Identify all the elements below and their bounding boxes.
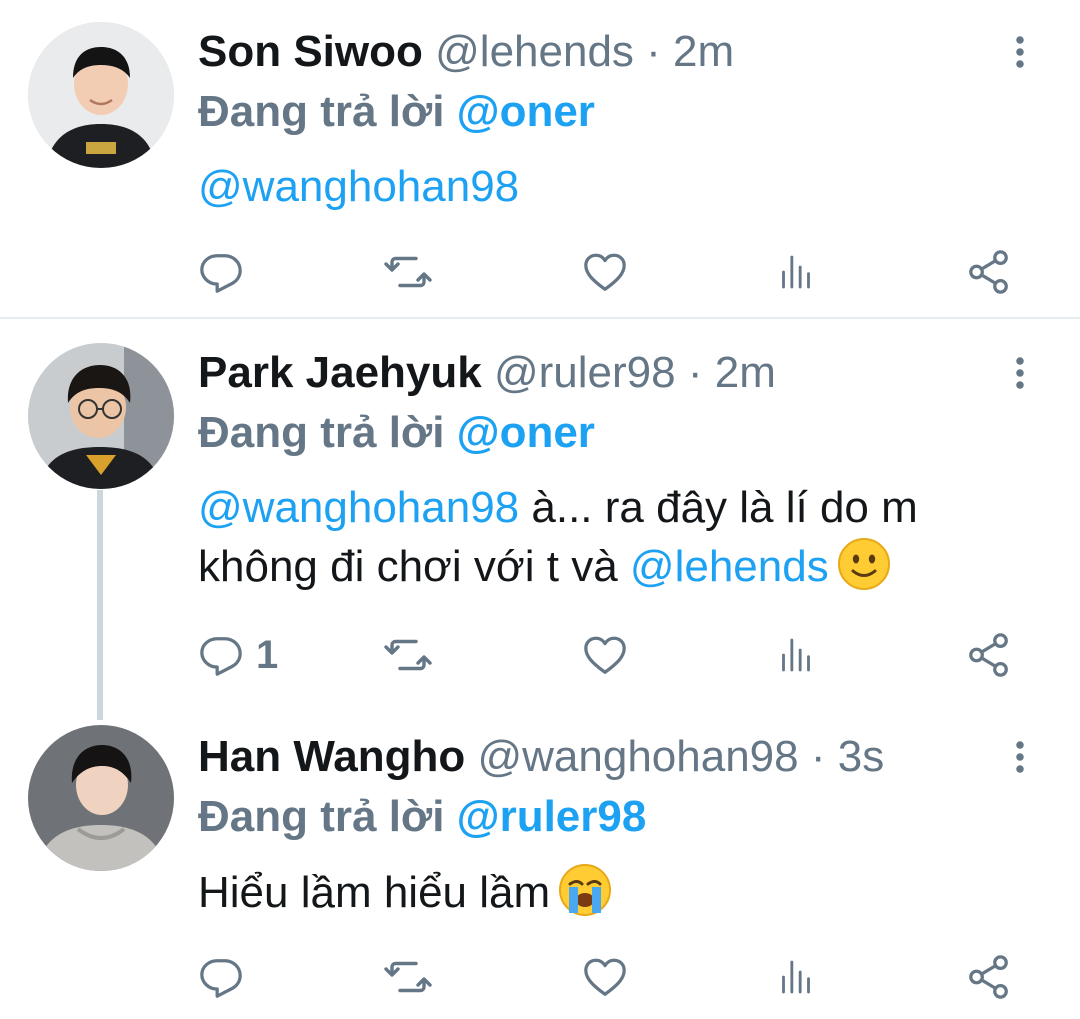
tweet-header: Park Jaehyuk @ruler98 · 2m	[198, 345, 970, 401]
replying-prefix: Đang trả lời	[198, 87, 445, 136]
share-icon	[966, 249, 1012, 295]
heart-icon	[582, 954, 628, 1000]
slightly-smiling-face-icon	[837, 538, 890, 590]
retweet-button[interactable]	[384, 952, 432, 1002]
retweet-icon	[384, 953, 432, 1001]
body-text: à... ra đây là lí do m	[519, 483, 918, 532]
body-text: Hiểu lầm hiểu lầm	[198, 868, 551, 917]
avatar-photo-icon	[28, 22, 174, 168]
loudly-crying-face-icon	[559, 864, 612, 916]
share-icon	[966, 632, 1012, 678]
like-button[interactable]	[582, 630, 628, 680]
replying-mention[interactable]: @oner	[457, 87, 595, 136]
share-icon	[966, 954, 1012, 1000]
action-bar	[198, 952, 1018, 1002]
retweet-button[interactable]	[384, 247, 432, 297]
tweet-2[interactable]: Park Jaehyuk @ruler98 · 2m Đang trả lời …	[0, 319, 1080, 719]
tweet-3[interactable]: Han Wangho @wanghohan98 · 3s Đang trả lờ…	[0, 705, 1080, 1019]
reply-button[interactable]	[198, 247, 256, 297]
like-button[interactable]	[582, 247, 628, 297]
mention-link[interactable]: @wanghohan98	[198, 483, 519, 532]
timestamp: 3s	[837, 732, 885, 781]
author-name[interactable]: Park Jaehyuk	[198, 348, 482, 397]
retweet-icon	[384, 631, 432, 679]
replying-prefix: Đang trả lời	[198, 792, 445, 841]
reply-button[interactable]: 1	[198, 630, 278, 680]
more-menu-button[interactable]	[1002, 729, 1038, 785]
timestamp: 2m	[673, 27, 735, 76]
timestamp: 2m	[714, 348, 776, 397]
author-name[interactable]: Son Siwoo	[198, 27, 423, 76]
reply-icon	[198, 954, 244, 1000]
more-menu-button[interactable]	[1002, 345, 1038, 401]
analytics-icon	[776, 957, 816, 997]
like-button[interactable]	[582, 952, 628, 1002]
share-button[interactable]	[966, 247, 1012, 297]
reply-button[interactable]	[198, 952, 256, 1002]
more-vertical-icon	[1014, 739, 1026, 775]
replying-to: Đang trả lời @ruler98	[198, 789, 646, 845]
body-text: không đi chơi với t và	[198, 542, 630, 591]
replying-mention[interactable]: @oner	[457, 408, 595, 457]
action-bar: 1	[198, 630, 1018, 680]
more-menu-button[interactable]	[1002, 24, 1038, 80]
action-bar	[198, 247, 1018, 297]
analytics-button[interactable]	[776, 247, 816, 297]
tweet-header: Han Wangho @wanghohan98 · 3s	[198, 729, 970, 785]
avatar-photo-icon	[28, 725, 174, 871]
tweet-1[interactable]: Son Siwoo @lehends · 2m Đang trả lời @on…	[0, 0, 1080, 317]
heart-icon	[582, 249, 628, 295]
avatar[interactable]	[28, 343, 174, 489]
replying-prefix: Đang trả lời	[198, 408, 445, 457]
share-button[interactable]	[966, 952, 1012, 1002]
reply-icon	[198, 632, 244, 678]
tweet-header: Son Siwoo @lehends · 2m	[198, 24, 970, 80]
retweet-icon	[384, 248, 432, 296]
avatar-photo-icon	[28, 343, 174, 489]
reply-count: 1	[256, 632, 279, 677]
analytics-button[interactable]	[776, 630, 816, 680]
body-line-2: không đi chơi với t và @lehends	[198, 537, 1020, 596]
tweet-body: @wanghohan98	[198, 158, 1020, 216]
author-handle[interactable]: @wanghohan98	[477, 732, 798, 781]
analytics-icon	[776, 635, 816, 675]
separator-dot: ·	[810, 732, 826, 781]
retweet-button[interactable]	[384, 630, 432, 680]
author-handle[interactable]: @lehends	[435, 27, 634, 76]
more-vertical-icon	[1014, 355, 1026, 391]
body-line-1: @wanghohan98 à... ra đây là lí do m	[198, 479, 1020, 537]
separator-dot: ·	[646, 27, 661, 76]
analytics-icon	[776, 252, 816, 292]
replying-mention[interactable]: @ruler98	[457, 792, 647, 841]
replying-to: Đang trả lời @oner	[198, 84, 595, 140]
analytics-button[interactable]	[776, 952, 816, 1002]
mention-link[interactable]: @lehends	[630, 542, 829, 591]
mention-link[interactable]: @wanghohan98	[198, 162, 519, 211]
tweet-body: @wanghohan98 à... ra đây là lí do m khôn…	[198, 479, 1020, 596]
separator-dot: ·	[687, 348, 703, 397]
reply-icon	[198, 249, 244, 295]
author-handle[interactable]: @ruler98	[494, 348, 676, 397]
avatar[interactable]	[28, 725, 174, 871]
author-name[interactable]: Han Wangho	[198, 732, 465, 781]
replying-to: Đang trả lời @oner	[198, 405, 595, 461]
heart-icon	[582, 632, 628, 678]
tweet-body: Hiểu lầm hiểu lầm	[198, 863, 1020, 922]
share-button[interactable]	[966, 630, 1012, 680]
more-vertical-icon	[1014, 34, 1026, 70]
avatar[interactable]	[28, 22, 174, 168]
